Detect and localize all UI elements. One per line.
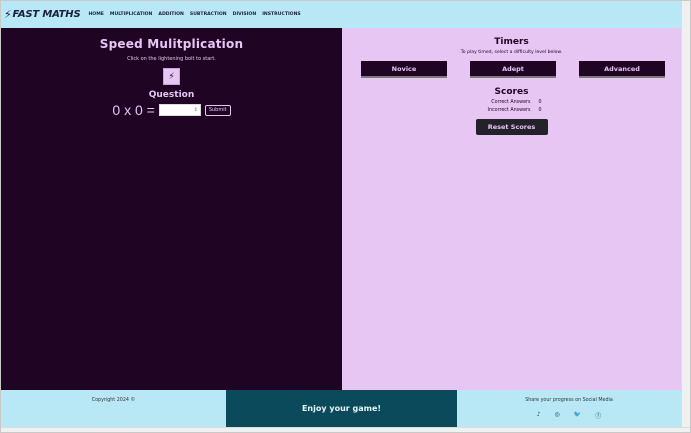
answer-input[interactable]: ⇕ — [158, 104, 201, 116]
correct-row: Correct Answers 0 — [342, 100, 681, 105]
question-text: 0 x 0 = — [112, 102, 155, 118]
vertical-scrollbar[interactable] — [681, 1, 690, 427]
footer-banner: Enjoy your game! — [226, 390, 457, 427]
adept-button[interactable]: Adept — [470, 61, 556, 78]
difficulty-levels: Novice Adept Advanced — [342, 61, 681, 78]
question-row: 0 x 0 = ⇕ Submit — [1, 102, 342, 118]
scores-title: Scores — [494, 87, 529, 97]
brand-name: FAST MATHS — [12, 9, 81, 20]
lightning-icon: ⚡ — [168, 71, 175, 82]
share-text: Share your progress on Social Media — [525, 398, 613, 403]
footer-copyright: Copyright 2024 © — [1, 390, 226, 427]
incorrect-label: Incorrect Answers — [487, 108, 531, 113]
instagram-icon[interactable]: ◎ — [555, 411, 560, 420]
game-title: Speed Mulitplication — [99, 37, 244, 51]
social-links: ♪ ◎ 🐦 ⓕ — [457, 411, 681, 420]
spinner-icon[interactable]: ⇕ — [194, 107, 198, 113]
brand-logo[interactable]: ⚡ FAST MATHS — [4, 8, 81, 21]
facebook-icon[interactable]: ⓕ — [595, 411, 601, 420]
submit-button[interactable]: Submit — [204, 104, 231, 116]
game-panel: Speed Mulitplication Click on the lighte… — [1, 28, 342, 390]
nav-item-instructions[interactable]: INSTRUCTIONS — [262, 12, 301, 17]
correct-label: Correct Answers — [491, 100, 531, 105]
start-bolt-button[interactable]: ⚡ — [163, 68, 180, 85]
advanced-button[interactable]: Advanced — [579, 61, 665, 78]
tiktok-icon[interactable]: ♪ — [537, 411, 541, 420]
reset-scores-button[interactable]: Reset Scores — [475, 119, 548, 135]
nav-item-addition[interactable]: ADDITION — [158, 12, 183, 17]
footer: Copyright 2024 © Enjoy your game! Share … — [1, 390, 681, 427]
nav-item-division[interactable]: DIVISION — [233, 12, 257, 17]
footer-social: Share your progress on Social Media ♪ ◎ … — [457, 390, 681, 427]
start-hint: Click on the lightening bolt to start. — [127, 56, 216, 62]
nav-item-multiplication[interactable]: MULTIPLICATION — [110, 12, 152, 17]
info-panel: Timers To play timed, select a difficult… — [342, 28, 681, 390]
question-heading: Question — [148, 90, 195, 100]
nav-item-home[interactable]: HOME — [88, 12, 103, 17]
twitter-icon[interactable]: 🐦 — [574, 411, 581, 420]
incorrect-value: 0 — [538, 108, 542, 113]
timers-hint: To play timed, select a difficulty level… — [460, 50, 563, 55]
top-nav: ⚡ FAST MATHS HOME MULTIPLICATION ADDITIO… — [1, 1, 681, 28]
nav-item-subtraction[interactable]: SUBTRACTION — [190, 12, 227, 17]
incorrect-row: Incorrect Answers 0 — [342, 108, 681, 113]
timers-title: Timers — [494, 37, 529, 47]
horizontal-scrollbar[interactable] — [1, 427, 690, 432]
bolt-icon: ⚡ — [4, 8, 12, 21]
nav-menu: HOME MULTIPLICATION ADDITION SUBTRACTION… — [88, 12, 300, 17]
novice-button[interactable]: Novice — [361, 61, 447, 78]
correct-value: 0 — [538, 100, 542, 105]
